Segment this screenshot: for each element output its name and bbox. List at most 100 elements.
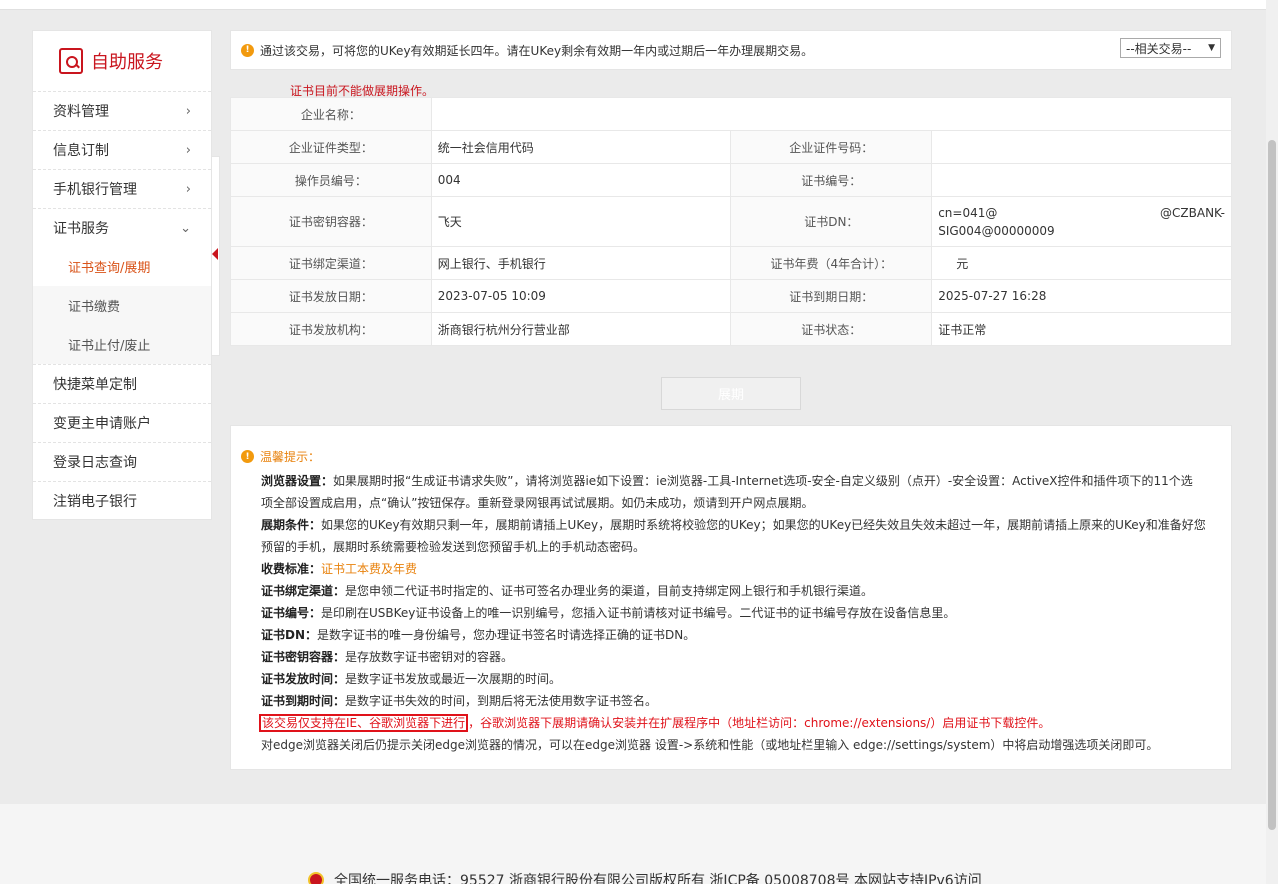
- tip-heading: 浏览器设置：: [261, 474, 334, 488]
- sidebar: 自助服务 资料管理 › 信息订制 › 手机银行管理 › 证书服务 ⌄ 证书查询/展期 证…: [32, 30, 212, 520]
- footer-text: 全国统一服务电话：95527 浙商银行股份有限公司版权所有 浙ICP备 0500…: [334, 873, 982, 884]
- dn-line1-left: cn=041@: [938, 205, 998, 220]
- issuer-label: 证书发放机构：: [230, 312, 432, 346]
- sidebar-item-label: 信息订制: [53, 143, 109, 159]
- tip-container: 证书密钥容器：是存放数字证书密钥对的容器。: [261, 646, 1211, 668]
- fee-value: 元: [931, 246, 1232, 280]
- tip-text: 是数字证书发放或最近一次展期的时间。: [345, 672, 562, 686]
- sidebar-item-label: 手机银行管理: [53, 182, 137, 198]
- tip-heading: 证书发放时间：: [261, 672, 346, 686]
- cert-info-table: 企业名称： 企业证件类型： 统一社会信用代码 企业证件号码： 操作员编号： 00…: [230, 97, 1233, 346]
- id-type-value: 统一社会信用代码: [430, 130, 732, 164]
- issue-date-value: 2023-07-05 10:09: [430, 279, 732, 313]
- cert-no-value: [931, 163, 1232, 197]
- tip-heading: 证书DN：: [261, 628, 318, 642]
- operator-value: 004: [430, 163, 732, 197]
- cert-no-label: 证书编号：: [730, 163, 933, 197]
- sidebar-item-label: 注销电子银行: [53, 494, 137, 510]
- tip-text: 如果您的UKey有效期只剩一年，展期前请插上UKey，展期时系统将校验您的UKe…: [321, 518, 1206, 532]
- sidebar-item-label: 资料管理: [53, 104, 109, 120]
- page-scrollbar[interactable]: [1266, 0, 1278, 884]
- table-row: 证书绑定渠道： 网上银行、手机银行 证书年费（4年合计）： 元: [230, 246, 1232, 280]
- sidebar-item-change-main-account[interactable]: 变更主申请账户: [33, 403, 211, 442]
- issuer-value: 浙商银行杭州分行营业部: [430, 312, 732, 346]
- sidebar-item-cert-service[interactable]: 证书服务 ⌄: [33, 208, 211, 247]
- extend-button[interactable]: 展期: [661, 377, 801, 410]
- table-row: 操作员编号： 004 证书编号：: [230, 163, 1232, 197]
- tips-title-text: 温馨提示：: [260, 450, 321, 464]
- table-row: 证书发放日期： 2023-07-05 10:09 证书到期日期： 2025-07…: [230, 279, 1232, 313]
- tip-text: 是数字证书失效的时间，到期后将无法使用数字证书签名。: [345, 694, 658, 708]
- sidebar-brand: 自助服务: [33, 31, 211, 91]
- sidebar-item-cert-query-extend[interactable]: 证书查询/展期: [33, 247, 211, 286]
- dn-line2: SIG004@00000009: [938, 223, 1055, 238]
- chevron-down-icon: ⌄: [180, 220, 191, 236]
- tip-fee: 收费标准：证书工本费及年费: [261, 558, 1211, 580]
- status-value: 证书正常: [931, 312, 1232, 346]
- sidebar-item-label: 快捷菜单定制: [53, 377, 137, 393]
- id-no-value: [931, 130, 1232, 164]
- tip-expire-time: 证书到期时间：是数字证书失效的时间，到期后将无法使用数字证书签名。: [261, 690, 1211, 712]
- sidebar-item-label: 证书服务: [53, 221, 109, 237]
- notice-text: 通过该交易，可将您的UKey有效期延长四年。请在UKey剩余有效期一年内或过期后…: [260, 43, 814, 58]
- tip-browser-cont: 项全部设置成启用，点“确认”按钮保存。重新登录网银再试试展期。如仍未成功，烦请到…: [261, 496, 814, 510]
- sidebar-item-label: 证书缴费: [68, 300, 121, 315]
- footer-text-row: 全国统一服务电话：95527 浙商银行股份有限公司版权所有 浙ICP备 0500…: [308, 870, 982, 884]
- tip-issue-time: 证书发放时间：是数字证书发放或最近一次展期的时间。: [261, 668, 1211, 690]
- tip-text: 是数字证书的唯一身份编号，您办理证书签名时请选择正确的证书DN。: [317, 628, 696, 642]
- active-marker: [212, 248, 218, 260]
- tip-browser: 浏览器设置：如果展期时报“生成证书请求失败”，请将浏览器ie如下设置：ie浏览器…: [261, 470, 1211, 492]
- related-transactions-select[interactable]: --相关交易-- ▼: [1120, 38, 1221, 58]
- table-row: 证书发放机构： 浙商银行杭州分行营业部 证书状态： 证书正常: [230, 312, 1232, 346]
- related-select-value: --相关交易--: [1126, 41, 1192, 56]
- sidebar-item-cert-revoke[interactable]: 证书止付/废止: [33, 325, 211, 364]
- sidebar-title: 自助服务: [91, 52, 163, 73]
- company-name-value: [430, 97, 1233, 131]
- sidebar-item-subscription[interactable]: 信息订制 ›: [33, 130, 211, 169]
- tip-condition-cont: 预留的手机，展期时系统需要检验发送到您预留手机上的手机动态密码。: [261, 540, 646, 554]
- police-badge-icon: [308, 872, 324, 884]
- sidebar-item-label: 证书止付/废止: [68, 339, 151, 354]
- container-label: 证书密钥容器：: [230, 196, 432, 247]
- tip-text: ，谷歌浏览器下展期请确认安装并在扩展程序中（地址栏访问：chrome://ext…: [468, 716, 1051, 730]
- tip-heading: 证书绑定渠道：: [261, 584, 346, 598]
- sidebar-item-shortcut-menu[interactable]: 快捷菜单定制: [33, 364, 211, 403]
- sidebar-item-label: 登录日志查询: [53, 455, 137, 471]
- top-bar: [0, 0, 1266, 10]
- tip-heading: 收费标准：: [261, 562, 322, 576]
- tip-heading: 证书密钥容器：: [261, 650, 346, 664]
- operator-label: 操作员编号：: [230, 163, 432, 197]
- table-row: 企业证件类型： 统一社会信用代码 企业证件号码：: [230, 130, 1232, 164]
- channel-value: 网上银行、手机银行: [430, 246, 732, 280]
- chevron-right-icon: ›: [185, 181, 191, 197]
- scrollbar-thumb[interactable]: [1268, 140, 1276, 830]
- dn-line1-right: @CZBANK-: [1160, 205, 1225, 220]
- status-label: 证书状态：: [730, 312, 933, 346]
- tip-heading: 展期条件：: [261, 518, 322, 532]
- dropdown-arrow-icon: ▼: [1208, 43, 1215, 53]
- fee-standard-link[interactable]: 证书工本费及年费: [321, 562, 417, 576]
- table-row: 企业名称：: [230, 97, 1233, 131]
- tip-text: 是您申领二代证书时指定的、证书可签名办理业务的渠道，目前支持绑定网上银行和手机银…: [345, 584, 874, 598]
- tip-cert-no: 证书编号：是印刷在USBKey证书设备上的唯一识别编号，您插入证书前请核对证书编…: [261, 602, 1211, 624]
- id-type-label: 企业证件类型：: [230, 130, 432, 164]
- tips-panel: ! 温馨提示： 浏览器设置：如果展期时报“生成证书请求失败”，请将浏览器ie如下…: [230, 425, 1232, 770]
- tip-channel: 证书绑定渠道：是您申领二代证书时指定的、证书可签名办理业务的渠道，目前支持绑定网…: [261, 580, 1211, 602]
- sidebar-item-cert-fee[interactable]: 证书缴费: [33, 286, 211, 325]
- tip-edge: 对edge浏览器关闭后仍提示关闭edge浏览器的情况，可以在edge浏览器 设置…: [261, 738, 1159, 752]
- issue-date-label: 证书发放日期：: [230, 279, 432, 313]
- company-name-label: 企业名称：: [230, 97, 432, 131]
- sidebar-item-mobile-banking[interactable]: 手机银行管理 ›: [33, 169, 211, 208]
- sidebar-item-profile[interactable]: 资料管理 ›: [33, 91, 211, 130]
- tips-body: 浏览器设置：如果展期时报“生成证书请求失败”，请将浏览器ie如下设置：ie浏览器…: [259, 470, 1211, 756]
- container-value: 飞天: [430, 196, 732, 247]
- sidebar-item-cancel-ebank[interactable]: 注销电子银行: [33, 481, 211, 520]
- sidebar-item-label: 变更主申请账户: [53, 416, 151, 432]
- self-service-icon: [59, 48, 83, 74]
- sidebar-item-login-log[interactable]: 登录日志查询: [33, 442, 211, 481]
- tip-heading: 证书编号：: [261, 606, 322, 620]
- warning-icon: !: [241, 450, 254, 463]
- channel-label: 证书绑定渠道：: [230, 246, 432, 280]
- dn-value: cn=041@ @CZBANK- SIG004@00000009: [931, 196, 1232, 247]
- notice-bar: ! 通过该交易，可将您的UKey有效期延长四年。请在UKey剩余有效期一年内或过…: [230, 30, 1232, 70]
